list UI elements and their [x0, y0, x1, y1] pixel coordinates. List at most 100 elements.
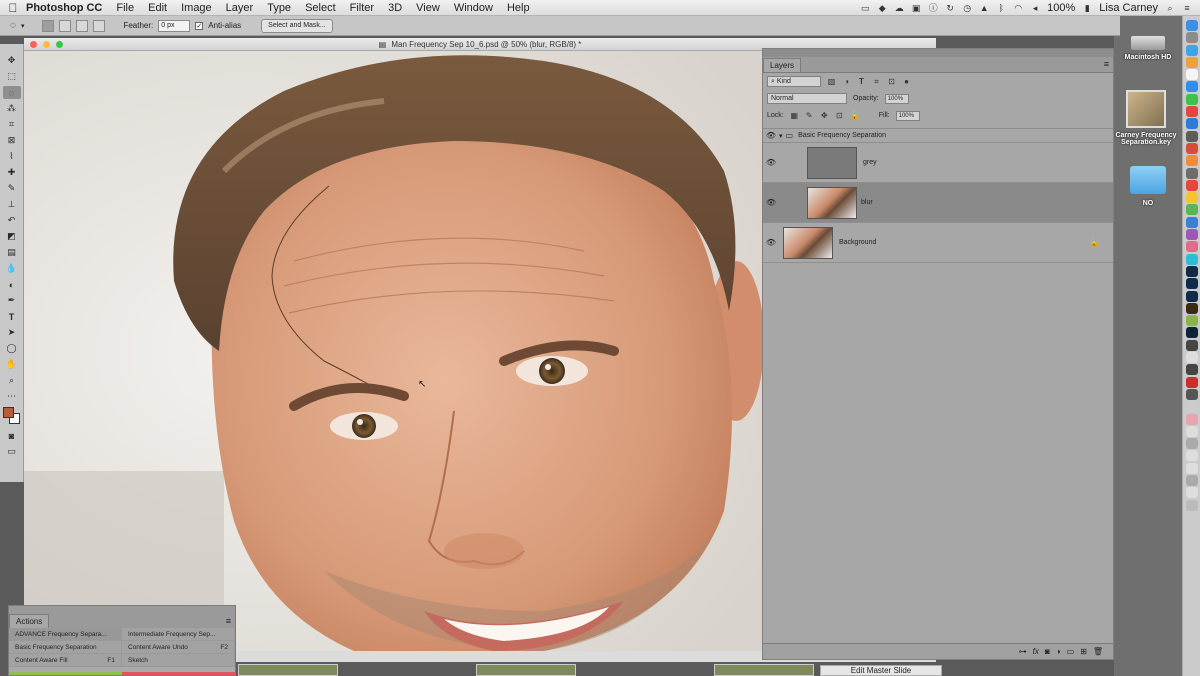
action-sketch[interactable]: Sketch: [122, 654, 235, 667]
app-icon[interactable]: [1185, 204, 1198, 216]
slide-thumbnail[interactable]: [238, 664, 338, 676]
mail-icon[interactable]: [1185, 44, 1198, 56]
add-selection-button[interactable]: [59, 19, 72, 32]
gradient-tool-icon[interactable]: ▤: [3, 246, 21, 259]
fx-icon[interactable]: fx: [1033, 647, 1039, 656]
volume-icon[interactable]: ◂: [1030, 3, 1040, 13]
lock-transparent-icon[interactable]: ▦: [790, 111, 799, 120]
app-icon[interactable]: [1185, 253, 1198, 265]
app-icon[interactable]: [1185, 155, 1198, 167]
lock-all-icon[interactable]: 🔒: [850, 111, 860, 120]
tab-layers[interactable]: Layers: [763, 58, 802, 72]
app-icon[interactable]: [1185, 130, 1198, 142]
visibility-eye-icon[interactable]: 👁: [763, 238, 779, 247]
panel-menu-icon[interactable]: ≡: [1104, 59, 1109, 69]
quick-mask-icon[interactable]: ◙: [3, 429, 21, 442]
app-icon[interactable]: [1185, 315, 1198, 327]
app-icon[interactable]: [1185, 474, 1198, 486]
opacity-input[interactable]: 100%: [884, 93, 909, 104]
app-icon[interactable]: [1185, 401, 1198, 413]
lock-position-icon[interactable]: ✥: [820, 111, 829, 120]
app-icon[interactable]: [1185, 438, 1198, 450]
visibility-eye-icon[interactable]: 👁: [763, 198, 779, 207]
monitor-icon[interactable]: ▭: [860, 3, 870, 13]
sync-icon[interactable]: ↻: [945, 3, 955, 13]
frame-tool-icon[interactable]: ⊠: [3, 134, 21, 147]
dropbox-app-icon[interactable]: [1185, 118, 1198, 130]
app-icon[interactable]: [1185, 487, 1198, 499]
menu-layer[interactable]: Layer: [226, 2, 254, 14]
screen-mode-icon[interactable]: ▭: [3, 445, 21, 458]
app-icon[interactable]: [1185, 229, 1198, 241]
edit-master-slide-button[interactable]: Edit Master Slide: [820, 665, 942, 676]
launchpad-icon[interactable]: [1185, 32, 1198, 44]
close-window-button[interactable]: [30, 41, 37, 48]
notification-icon[interactable]: ≡: [1182, 3, 1192, 13]
folder-no-item[interactable]: NO: [1118, 166, 1178, 207]
actions-menu-icon[interactable]: ≡: [226, 616, 231, 626]
eyedropper-tool-icon[interactable]: ⌇: [3, 150, 21, 163]
bluetooth-icon[interactable]: ᛒ: [996, 3, 1006, 13]
info-icon[interactable]: ⓘ: [928, 3, 938, 13]
lasso-tool-icon[interactable]: ◌: [2, 86, 21, 99]
app-icon[interactable]: [1185, 339, 1198, 351]
move-tool-icon[interactable]: ✥: [3, 54, 21, 67]
tab-actions[interactable]: Actions: [9, 614, 50, 628]
app-icon[interactable]: [1185, 462, 1198, 474]
menu-file[interactable]: File: [116, 2, 134, 14]
action-basic-frequency[interactable]: Basic Frequency Separation: [9, 641, 122, 654]
more-tools-icon[interactable]: ⋯: [3, 390, 21, 403]
finder-icon[interactable]: [1185, 20, 1198, 31]
trash-icon[interactable]: 🗑: [1093, 647, 1103, 656]
feather-input[interactable]: 0 px: [158, 19, 191, 32]
menu-help[interactable]: Help: [507, 2, 530, 14]
photoshop-icon[interactable]: [1185, 290, 1198, 302]
new-group-icon[interactable]: ▭: [1067, 647, 1075, 656]
menu-filter[interactable]: Filter: [350, 2, 374, 14]
antialias-checkbox[interactable]: ✓: [195, 21, 204, 30]
layer-row-group[interactable]: 👁 ▾ ▭ Basic Frequency Separation: [763, 129, 1113, 143]
new-selection-button[interactable]: [42, 19, 55, 32]
layer-row-grey[interactable]: 👁 grey: [763, 143, 1113, 183]
safari-icon[interactable]: [1185, 81, 1198, 93]
subtract-selection-button[interactable]: [76, 19, 89, 32]
lock-pixels-icon[interactable]: ✎: [805, 111, 814, 120]
battery-icon[interactable]: ▮: [1082, 3, 1092, 13]
trash-dock-icon[interactable]: [1185, 499, 1198, 511]
slide-thumbnail[interactable]: [476, 664, 576, 676]
app-icon[interactable]: [1185, 352, 1198, 364]
bridge-icon[interactable]: [1185, 302, 1198, 314]
menu-type[interactable]: Type: [267, 2, 291, 14]
history-brush-tool-icon[interactable]: ↶: [3, 214, 21, 227]
adjustment-filter-icon[interactable]: ◑: [842, 77, 851, 86]
panel-header-bar[interactable]: [763, 49, 1113, 57]
layer-row-background[interactable]: 👁 Background 🔒: [763, 223, 1113, 263]
app-icon[interactable]: [1185, 450, 1198, 462]
path-selection-tool-icon[interactable]: ➤: [3, 326, 21, 339]
shape-tool-icon[interactable]: ◯: [3, 342, 21, 355]
app-icon[interactable]: [1185, 142, 1198, 154]
blend-mode-select[interactable]: Normal: [767, 93, 847, 104]
messages-icon[interactable]: [1185, 93, 1198, 105]
cloud-icon[interactable]: ☁: [894, 3, 904, 13]
clone-stamp-tool-icon[interactable]: ⊥: [3, 198, 21, 211]
menu-edit[interactable]: Edit: [148, 2, 167, 14]
app-icon[interactable]: [1185, 364, 1198, 376]
lock-artboard-icon[interactable]: ⊡: [835, 111, 844, 120]
new-layer-icon[interactable]: ⊞: [1080, 647, 1087, 656]
foreground-color-swatch[interactable]: [2, 407, 14, 418]
menu-select[interactable]: Select: [305, 2, 336, 14]
app-icon[interactable]: [1185, 241, 1198, 253]
magic-wand-tool-icon[interactable]: ⁂: [3, 102, 21, 115]
fill-input[interactable]: 100%: [895, 110, 920, 121]
photoshop-icon[interactable]: [1185, 278, 1198, 290]
eraser-tool-icon[interactable]: ◩: [3, 230, 21, 243]
image-canvas[interactable]: ↖: [24, 51, 764, 651]
intersect-selection-button[interactable]: [93, 19, 106, 32]
pixel-filter-icon[interactable]: ▧: [827, 77, 836, 86]
wifi-icon[interactable]: ◠: [1013, 3, 1023, 13]
chevron-down-icon[interactable]: ▾: [21, 22, 25, 30]
app-icon[interactable]: [1185, 216, 1198, 228]
blur-tool-icon[interactable]: 💧: [3, 262, 21, 275]
app-menu[interactable]: Photoshop CC: [26, 2, 102, 14]
